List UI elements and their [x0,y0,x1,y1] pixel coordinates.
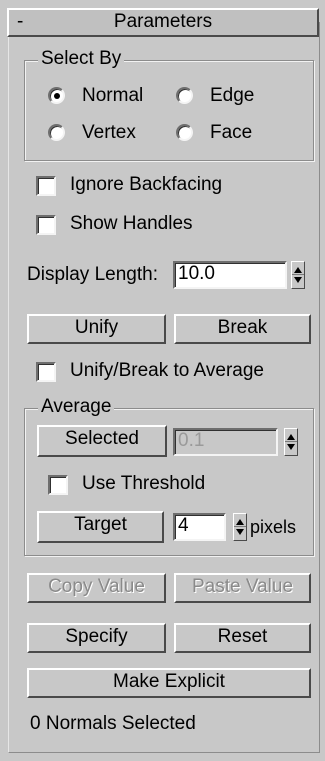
select-by-title: Select By [38,48,125,70]
status-text: 0 Normals Selected [30,713,196,734]
radio-edge-indicator[interactable] [176,87,193,104]
show-handles-checkbox[interactable]: Show Handles [36,213,236,237]
spinner-divider [292,274,304,275]
ignore-backfacing-label: Ignore Backfacing [70,174,223,195]
radio-normal[interactable]: Normal [48,85,168,109]
use-threshold-label: Use Threshold [82,473,206,494]
spinner-up-icon[interactable] [236,519,244,525]
specify-button[interactable]: Specify [27,623,166,653]
display-length-input[interactable]: 10.0 [173,261,287,289]
radio-face-label: Face [210,122,253,143]
target-button[interactable]: Target [37,511,164,543]
spinner-down-icon[interactable] [294,277,302,283]
radio-vertex[interactable]: Vertex [48,122,168,146]
rollout-header[interactable]: - Parameters [7,8,319,37]
reset-button[interactable]: Reset [174,623,311,653]
pixels-unit-label: pixels [250,517,297,537]
break-button[interactable]: Break [174,314,311,344]
radio-face[interactable]: Face [176,122,286,146]
spinner-up-icon[interactable] [287,434,295,440]
radio-selected-dot [54,93,60,99]
use-threshold-checkbox[interactable]: Use Threshold [48,473,248,497]
rollout-title: Parameters [113,11,213,32]
paste-value-button[interactable]: Paste Value [174,573,311,603]
selected-button[interactable]: Selected [37,425,167,457]
display-length-spinner[interactable] [291,261,305,289]
unify-break-average-box[interactable] [36,362,56,382]
average-title: Average [38,396,115,418]
radio-edge[interactable]: Edge [176,85,286,109]
unify-break-average-label: Unify/Break to Average [70,360,264,381]
show-handles-box[interactable] [36,215,56,235]
unify-button[interactable]: Unify [27,314,166,344]
parameters-panel: - Parameters Select By Normal Edge Verte… [0,0,325,761]
ignore-backfacing-checkbox[interactable]: Ignore Backfacing [36,174,266,198]
radio-normal-indicator[interactable] [48,87,65,104]
make-explicit-button[interactable]: Make Explicit [27,668,311,698]
radio-vertex-indicator[interactable] [48,124,65,141]
spinner-divider [285,441,297,442]
selected-value-spinner[interactable] [284,428,298,456]
use-threshold-box[interactable] [48,475,68,495]
spinner-down-icon[interactable] [236,529,244,535]
radio-face-indicator[interactable] [176,124,193,141]
unify-break-average-checkbox[interactable]: Unify/Break to Average [36,360,306,384]
radio-edge-label: Edge [210,85,255,106]
target-pixels-input[interactable]: 4 [173,513,226,541]
spinner-up-icon[interactable] [294,267,302,273]
display-length-label: Display Length: [27,264,158,285]
copy-value-button[interactable]: Copy Value [27,573,166,603]
radio-vertex-label: Vertex [82,122,136,143]
radio-normal-label: Normal [82,85,144,106]
spinner-down-icon[interactable] [287,444,295,450]
ignore-backfacing-box[interactable] [36,176,56,196]
spinner-divider [234,526,246,527]
selected-value-input[interactable]: 0.1 [173,428,278,456]
target-pixels-spinner[interactable] [233,513,247,541]
show-handles-label: Show Handles [70,213,193,234]
